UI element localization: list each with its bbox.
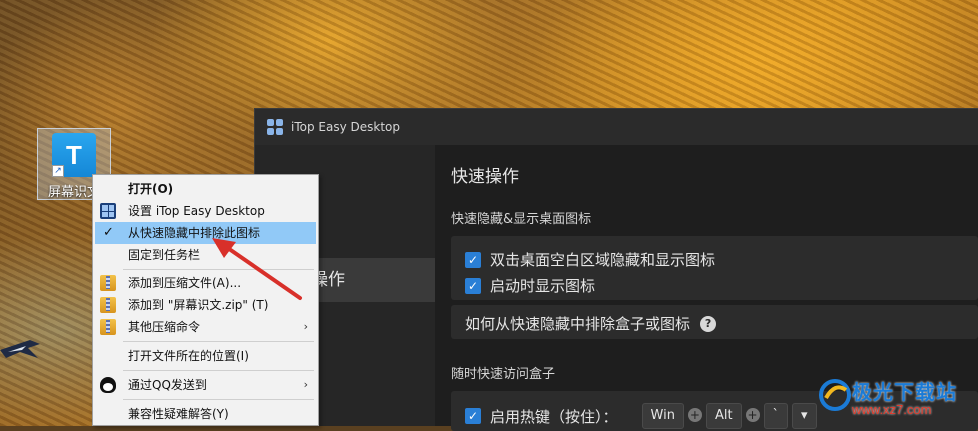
check-icon: ✓ [103, 225, 114, 240]
help-link-row[interactable]: 如何从快速隐藏中排除盒子或图标 ? [465, 313, 717, 334]
plus-icon: + [687, 408, 702, 422]
menu-separator [123, 341, 314, 342]
section-title-quick-access: 随时快速访问盒子 [451, 367, 556, 382]
archive-icon [100, 275, 116, 291]
app-logo-icon [267, 119, 283, 135]
key-dropdown[interactable]: ▾ [792, 403, 817, 429]
hotkey-label: 启用热键（按住）： [490, 407, 618, 426]
submenu-arrow-icon: › [303, 320, 308, 333]
key-win[interactable]: Win [641, 403, 684, 429]
menu-item-label: 通过QQ发送到 [128, 378, 207, 392]
menu-item-label: 打开文件所在的位置(I) [128, 349, 249, 363]
shortcut-arrow-icon: ↗ [52, 165, 64, 177]
hotkey-keys: Win + Alt + ` ▾ [641, 403, 821, 429]
menu-item-other-compress[interactable]: 其他压缩命令 › [95, 316, 316, 338]
page-title: 快速操作 [451, 167, 519, 187]
menu-item-send-qq[interactable]: 通过QQ发送到 › [95, 374, 316, 396]
menu-item-compat-troubleshoot[interactable]: 兼容性疑难解答(Y) [95, 403, 316, 425]
menu-item-label: 兼容性疑难解答(Y) [128, 407, 229, 421]
key-alt[interactable]: Alt [705, 403, 742, 429]
option-label: 启动时显示图标 [490, 277, 596, 295]
checkbox-checked-icon[interactable]: ✓ [465, 408, 481, 424]
watermark-logo-icon [819, 379, 851, 411]
checkbox-checked-icon[interactable]: ✓ [465, 251, 481, 268]
help-panel: 如何从快速隐藏中排除盒子或图标 ? [451, 305, 978, 339]
menu-separator [123, 370, 314, 371]
menu-item-open-location[interactable]: 打开文件所在的位置(I) [95, 345, 316, 367]
archive-icon [100, 319, 116, 335]
options-panel: ✓ 双击桌面空白区域隐藏和显示图标 ✓ 启动时显示图标 [451, 236, 978, 300]
menu-item-label: 其他压缩命令 [128, 320, 201, 334]
red-annotation-arrow [212, 238, 302, 300]
checkbox-checked-icon[interactable]: ✓ [465, 277, 481, 294]
plus-icon: + [745, 408, 760, 422]
bird-image [0, 340, 40, 358]
itop-settings-icon [100, 203, 116, 219]
menu-item-label: 打开(O) [128, 182, 174, 196]
menu-item-label: 设置 iTop Easy Desktop [128, 204, 265, 218]
watermark: 极光下载站 www.xz7.com [818, 374, 978, 426]
option-double-click-hide[interactable]: ✓ 双击桌面空白区域隐藏和显示图标 [465, 249, 715, 270]
watermark-brand: 极光下载站 [852, 380, 957, 404]
window-titlebar[interactable]: iTop Easy Desktop [255, 109, 978, 145]
qq-penguin-icon [100, 377, 116, 393]
menu-item-label: 固定到任务栏 [128, 248, 201, 262]
menu-item-settings[interactable]: 设置 iTop Easy Desktop [95, 200, 316, 222]
submenu-arrow-icon: › [303, 378, 308, 391]
menu-item-open[interactable]: 打开(O) [95, 178, 316, 200]
section-title-hide-show: 快速隐藏&显示桌面图标 [451, 212, 592, 227]
help-link-text[interactable]: 如何从快速隐藏中排除盒子或图标 [465, 313, 690, 334]
menu-separator [123, 399, 314, 400]
option-enable-hotkey[interactable]: ✓ 启用热键（按住）： Win + Alt + ` ▾ [465, 403, 821, 429]
option-show-on-startup[interactable]: ✓ 启动时显示图标 [465, 275, 595, 296]
key-backtick[interactable]: ` [763, 403, 789, 429]
option-label: 双击桌面空白区域隐藏和显示图标 [490, 251, 716, 269]
archive-icon [100, 297, 116, 313]
window-title: iTop Easy Desktop [291, 120, 400, 134]
watermark-url: www.xz7.com [852, 402, 932, 417]
help-icon[interactable]: ? [700, 315, 717, 332]
